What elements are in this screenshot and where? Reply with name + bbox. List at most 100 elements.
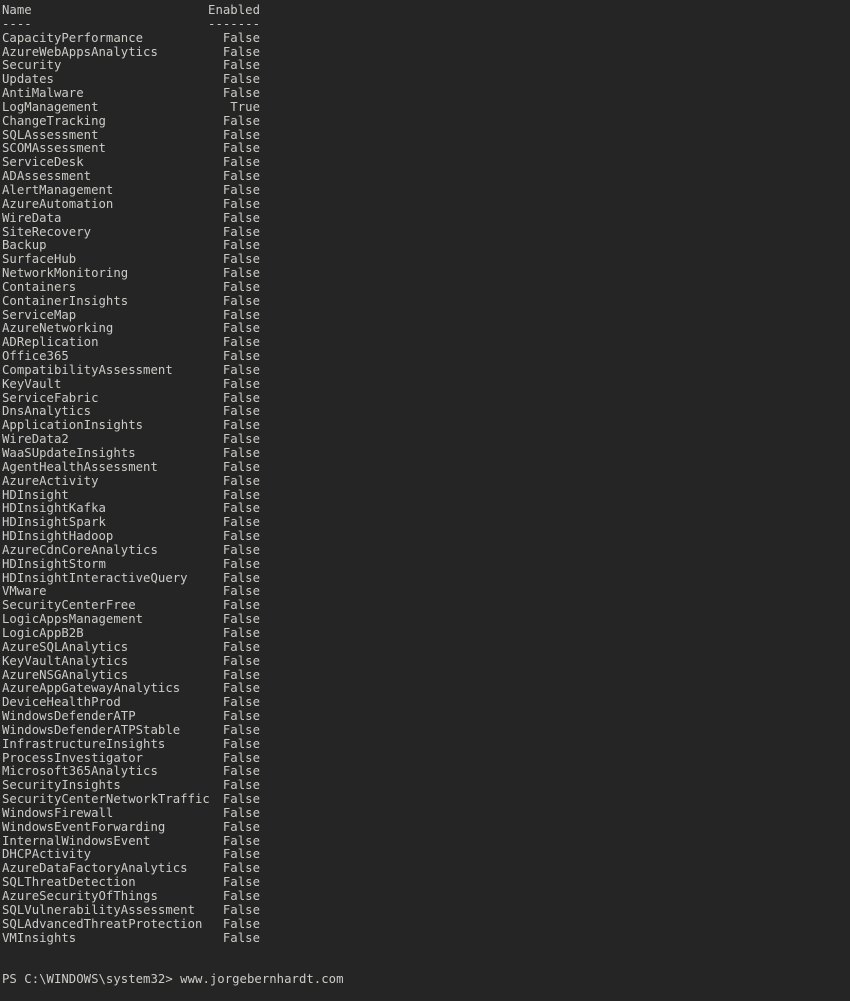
- table-row: ADAssessment False: [2, 169, 850, 184]
- cell-solution-name: VMware: [2, 584, 47, 599]
- cell-solution-name: AzureAutomation: [2, 196, 114, 211]
- cell-enabled-value: False: [222, 556, 260, 571]
- table-row: AlertManagement False: [2, 182, 850, 198]
- table-row: ServiceMap False: [2, 307, 850, 323]
- cell-solution-name: AgentHealthAssessment: [2, 459, 158, 474]
- solutions-table-body: CapacityPerformance False AzureWebAppsAnal…: [2, 31, 850, 946]
- cell-solution-name: AzureCdnCoreAnalytics: [2, 542, 158, 557]
- cell-solution-name: HDInsightKafka: [2, 501, 106, 516]
- cell-solution-name: Office365: [2, 349, 69, 364]
- cell-solution-name: KeyVault: [2, 376, 62, 391]
- table-row: AzureActivity False: [2, 473, 850, 489]
- table-row: ServiceFabric False: [2, 390, 850, 406]
- cell-solution-name: SQLThreatDetection: [2, 875, 136, 890]
- table-row: DHCPActivity False: [2, 848, 850, 862]
- cell-enabled-value: False: [222, 376, 260, 391]
- cell-enabled-value: False: [222, 695, 260, 710]
- table-row: WaaSUpdateInsights False: [2, 446, 850, 461]
- cell-solution-name: DHCPActivity: [2, 847, 92, 862]
- table-row: InfrastructureInsights False: [2, 737, 850, 752]
- prompt-line[interactable]: PS C:\WINDOWS\system32> www.jorgebernhar…: [2, 972, 850, 987]
- cell-solution-name: Security: [2, 58, 62, 73]
- cell-enabled-value: False: [222, 902, 260, 917]
- cell-solution-name: Containers: [2, 279, 77, 294]
- table-header-row: Name Enabled: [2, 3, 850, 18]
- table-row: HDInsightSpark False: [2, 515, 850, 530]
- cell-enabled-value: False: [222, 570, 260, 585]
- cell-solution-name: ApplicationInsights: [2, 418, 144, 433]
- cell-solution-name: SQLAssessment: [2, 127, 99, 142]
- cell-solution-name: WaaSUpdateInsights: [2, 446, 136, 460]
- table-row: SCOMAssessment False: [2, 142, 850, 156]
- cell-enabled-value: False: [222, 252, 260, 267]
- table-row: WindowsDefenderATPStable False: [2, 722, 850, 738]
- cell-enabled-value: False: [222, 847, 260, 862]
- cell-enabled-value: False: [222, 86, 260, 101]
- table-row: SQLVulnerabilityAssessment False: [2, 902, 850, 918]
- cell-enabled-value: False: [222, 196, 260, 211]
- cell-enabled-value: False: [222, 764, 260, 779]
- cell-solution-name: AzureSQLAnalytics: [2, 639, 129, 654]
- table-row: DeviceHealthProd False: [2, 695, 850, 710]
- cell-solution-name: DeviceHealthProd: [2, 695, 121, 710]
- cell-enabled-value: False: [222, 113, 260, 128]
- table-row: InternalWindowsEvent False: [2, 834, 850, 849]
- cell-solution-name: WindowsDefenderATPStable: [2, 722, 181, 737]
- cell-solution-name: LogicAppsManagement: [2, 612, 144, 627]
- cell-enabled-value: False: [222, 501, 260, 516]
- cell-solution-name: WireData: [2, 210, 62, 225]
- cell-enabled-value: False: [222, 182, 260, 197]
- cell-solution-name: ServiceMap: [2, 307, 77, 322]
- cell-enabled-value: False: [222, 487, 260, 502]
- table-row: ProcessInvestigator False: [2, 750, 850, 766]
- cell-solution-name: Backup: [2, 238, 47, 253]
- cell-enabled-value: False: [222, 861, 260, 876]
- cell-enabled-value: False: [222, 307, 260, 322]
- cell-solution-name: ChangeTracking: [2, 113, 106, 128]
- table-row: SecurityInsights False: [2, 778, 850, 793]
- cell-solution-name: AzureWebAppsAnalytics: [2, 44, 158, 59]
- table-row: HDInsightHadoop False: [2, 529, 850, 544]
- table-row: ContainerInsights False: [2, 293, 850, 309]
- cell-enabled-value: False: [222, 778, 260, 793]
- cell-solution-name: SecurityInsights: [2, 778, 121, 793]
- table-row: ChangeTracking False: [2, 113, 850, 129]
- cell-enabled-value: False: [222, 293, 260, 308]
- cell-solution-name: SiteRecovery: [2, 224, 92, 239]
- table-row: SiteRecovery False: [2, 224, 850, 240]
- cell-enabled-value: False: [222, 418, 260, 433]
- cell-solution-name: AzureNetworking: [2, 321, 114, 336]
- table-row: AzureNetworking False: [2, 322, 850, 336]
- table-row: AzureAppGatewayAnalytics False: [2, 681, 850, 696]
- cell-solution-name: HDInsightInteractiveQuery: [2, 570, 188, 585]
- table-header-rule-row: ---- -------: [2, 17, 850, 32]
- cell-solution-name: SCOMAssessment: [2, 141, 106, 156]
- cell-enabled-value: False: [222, 805, 260, 820]
- cell-enabled-value: False: [222, 141, 260, 156]
- table-row: SurfaceHub False: [2, 252, 850, 267]
- cell-solution-name: HDInsight: [2, 487, 69, 502]
- cell-enabled-value: False: [222, 819, 260, 834]
- cell-enabled-value: False: [222, 169, 260, 184]
- table-row: AzureDataFactoryAnalytics False: [2, 861, 850, 876]
- table-row: VMware False: [2, 585, 850, 599]
- column-header-name: Name: [2, 3, 32, 17]
- cell-enabled-value: False: [222, 390, 260, 405]
- cell-enabled-value: False: [222, 750, 260, 765]
- table-row: WireData False: [2, 210, 850, 226]
- cell-enabled-value: False: [222, 238, 260, 253]
- cell-solution-name: ContainerInsights: [2, 293, 129, 308]
- table-row: ADReplication False: [2, 335, 850, 350]
- cell-solution-name: WindowsEventForwarding: [2, 819, 166, 834]
- cell-enabled-value: False: [222, 72, 260, 87]
- prompt-path: PS C:\WINDOWS\system32>: [2, 972, 173, 987]
- cell-enabled-value: False: [222, 542, 260, 557]
- cell-enabled-value: False: [222, 473, 260, 488]
- powershell-console[interactable]: Name Enabled ---- ------- CapacityPerfor…: [0, 0, 850, 1001]
- cell-solution-name: WindowsDefenderATP: [2, 709, 136, 724]
- table-row: SecurityCenterFree False: [2, 598, 850, 613]
- table-row: SQLThreatDetection False: [2, 875, 850, 890]
- cell-solution-name: ADReplication: [2, 335, 99, 350]
- cell-solution-name: SQLVulnerabilityAssessment: [2, 902, 196, 917]
